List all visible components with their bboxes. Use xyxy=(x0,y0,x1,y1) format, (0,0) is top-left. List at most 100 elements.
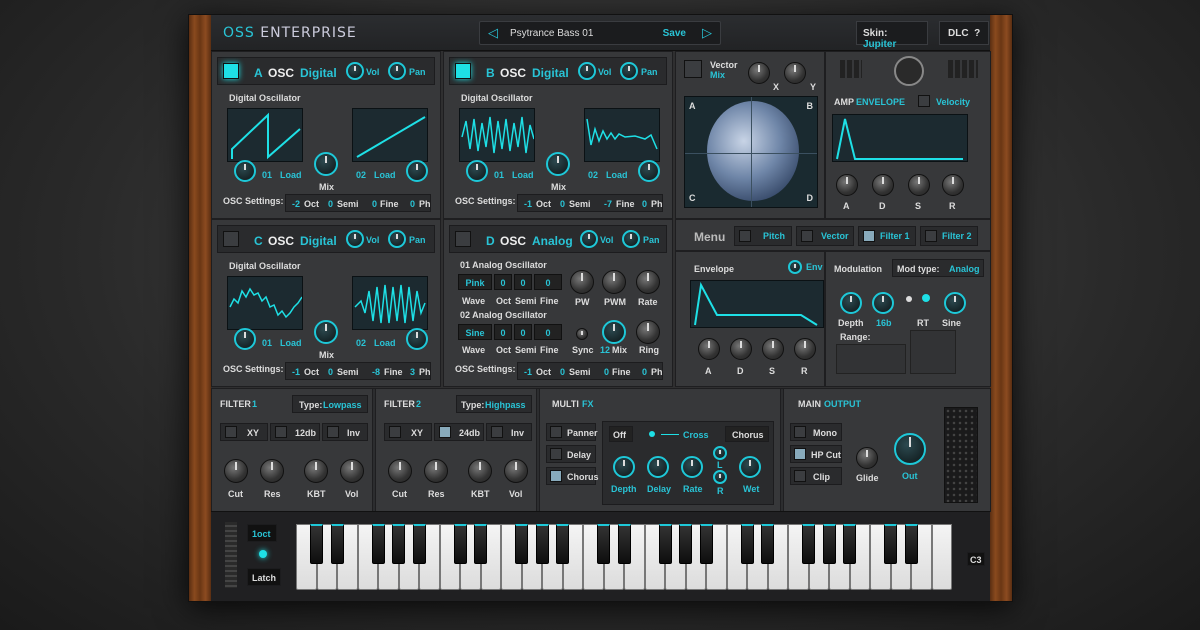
osc-d-sync-toggle[interactable] xyxy=(576,328,588,340)
pitch-checkbox[interactable] xyxy=(739,230,751,242)
filter1-inv-checkbox[interactable] xyxy=(327,426,339,438)
filter2-kbt-knob[interactable] xyxy=(468,459,492,483)
glide-knob[interactable] xyxy=(856,447,878,469)
vector-checkbox[interactable] xyxy=(801,230,813,242)
fx-chorus-checkbox[interactable] xyxy=(550,470,562,482)
env-decay-knob[interactable] xyxy=(730,338,752,360)
osc-d-type[interactable]: Analog xyxy=(532,234,573,248)
vector-y-knob[interactable] xyxy=(784,62,806,84)
black-key[interactable] xyxy=(597,524,610,564)
fx-depth-knob[interactable] xyxy=(613,456,635,478)
filter2-xy-checkbox[interactable] xyxy=(389,426,401,438)
osc-a-mix-knob[interactable] xyxy=(314,152,338,176)
osc-a-semi-value[interactable]: 0 xyxy=(328,199,333,209)
menu-vector-tab[interactable]: Vector xyxy=(796,226,854,246)
osc-d-oct-value[interactable]: -1 xyxy=(524,367,532,377)
osc-c-fine-value[interactable]: -8 xyxy=(372,367,380,377)
fx-wet-knob[interactable] xyxy=(739,456,761,478)
env-release-knob[interactable] xyxy=(794,338,816,360)
osc-d-semi-value[interactable]: 0 xyxy=(560,367,565,377)
amp-attack-knob[interactable] xyxy=(836,174,858,196)
filter1-db-button[interactable]: 12db xyxy=(270,423,320,441)
black-key[interactable] xyxy=(802,524,815,564)
menu-filter1-tab[interactable]: Filter 1 xyxy=(858,226,916,246)
osc-a-type[interactable]: Digital xyxy=(300,66,337,80)
osc-c-wave2[interactable] xyxy=(352,276,428,330)
amp-envelope-display[interactable] xyxy=(832,114,968,162)
output-volume-knob[interactable] xyxy=(894,433,926,465)
mod-range-box-right[interactable] xyxy=(910,330,956,374)
fx-panner-checkbox[interactable] xyxy=(550,426,562,438)
filter2-xy-button[interactable]: XY xyxy=(384,423,432,441)
output-mono-button[interactable]: Mono xyxy=(790,423,842,441)
osc-d-a2-oct-value[interactable]: 0 xyxy=(494,324,512,340)
osc-a-wave1-knob[interactable] xyxy=(234,160,256,182)
osc-b-wave2-knob[interactable] xyxy=(638,160,660,182)
osc-c-oct-value[interactable]: -1 xyxy=(292,367,300,377)
fx-off-button[interactable]: Off xyxy=(609,426,633,442)
fx-delay-button[interactable]: Delay xyxy=(546,445,596,463)
amp-decay-knob[interactable] xyxy=(872,174,894,196)
black-key[interactable] xyxy=(761,524,774,564)
output-clip-checkbox[interactable] xyxy=(794,470,806,482)
filter2-res-knob[interactable] xyxy=(424,459,448,483)
next-preset-icon[interactable]: ▷ xyxy=(702,25,712,41)
black-key[interactable] xyxy=(556,524,569,564)
mod-depth-knob[interactable] xyxy=(840,292,862,314)
osc-b-load1-button[interactable]: Load xyxy=(512,170,534,180)
osc-c-type[interactable]: Digital xyxy=(300,234,337,248)
filter2-type-selector[interactable]: Type: Highpass xyxy=(456,395,532,413)
black-key[interactable] xyxy=(371,524,385,564)
osc-a-oct-value[interactable]: -2 xyxy=(292,199,300,209)
fx-mode-selector[interactable]: Chorus xyxy=(725,426,769,442)
osc-c-wave1-knob[interactable] xyxy=(234,328,256,350)
osc-c-load1-button[interactable]: Load xyxy=(280,338,302,348)
fx-delay-checkbox[interactable] xyxy=(550,448,562,460)
filter2-vol-knob[interactable] xyxy=(504,459,528,483)
osc-b-mix-knob[interactable] xyxy=(546,152,570,176)
filter1-kbt-knob[interactable] xyxy=(304,459,328,483)
filter2-inv-button[interactable]: Inv xyxy=(486,423,532,441)
black-key[interactable] xyxy=(453,524,467,564)
osc-b-wave1-knob[interactable] xyxy=(466,160,488,182)
osc-d-pwm-knob[interactable] xyxy=(602,270,626,294)
env-amount-knob[interactable] xyxy=(788,260,802,274)
osc-b-vol-knob[interactable] xyxy=(578,62,596,80)
fx-r-knob[interactable] xyxy=(713,470,727,484)
fx-rate-knob[interactable] xyxy=(681,456,703,478)
filter2-db-checkbox[interactable] xyxy=(439,426,451,438)
filter1-cut-knob[interactable] xyxy=(224,459,248,483)
osc-a-wave2-knob[interactable] xyxy=(406,160,428,182)
filter2-db-button[interactable]: 24db xyxy=(434,423,484,441)
black-key[interactable] xyxy=(904,524,918,564)
osc-d-a1-semi-value[interactable]: 0 xyxy=(514,274,532,290)
filter1-checkbox[interactable] xyxy=(863,230,875,242)
osc-d-mix-knob[interactable] xyxy=(602,320,626,344)
black-key[interactable] xyxy=(330,524,344,564)
osc-a-load1-button[interactable]: Load xyxy=(280,170,302,180)
env-attack-knob[interactable] xyxy=(698,338,720,360)
fx-l-knob[interactable] xyxy=(713,446,727,460)
filter1-vol-knob[interactable] xyxy=(340,459,364,483)
amp-release-knob[interactable] xyxy=(942,174,964,196)
output-clip-button[interactable]: Clip xyxy=(790,467,842,485)
dlc-button[interactable]: DLC ? xyxy=(939,21,989,45)
osc-a-toggle[interactable] xyxy=(223,63,239,79)
black-key[interactable] xyxy=(392,524,405,564)
vector-toggle[interactable] xyxy=(684,60,702,78)
osc-d-a2-semi-value[interactable]: 0 xyxy=(514,324,532,340)
output-mono-checkbox[interactable] xyxy=(794,426,806,438)
env-sustain-knob[interactable] xyxy=(762,338,784,360)
envelope-display[interactable] xyxy=(690,280,824,328)
osc-c-wave2-knob[interactable] xyxy=(406,328,428,350)
black-key[interactable] xyxy=(474,524,487,564)
osc-d-a1-fine-value[interactable]: 0 xyxy=(534,274,562,290)
preset-selector[interactable]: ◁ Psytrance Bass 01 Save ▷ xyxy=(479,21,721,45)
osc-a-ph-value[interactable]: 0 xyxy=(410,199,415,209)
osc-d-pw-knob[interactable] xyxy=(570,270,594,294)
velocity-checkbox[interactable] xyxy=(918,95,930,107)
black-key[interactable] xyxy=(535,524,549,564)
osc-d-ring-knob[interactable] xyxy=(636,320,660,344)
mod-sine-knob[interactable] xyxy=(944,292,966,314)
menu-filter2-tab[interactable]: Filter 2 xyxy=(920,226,978,246)
